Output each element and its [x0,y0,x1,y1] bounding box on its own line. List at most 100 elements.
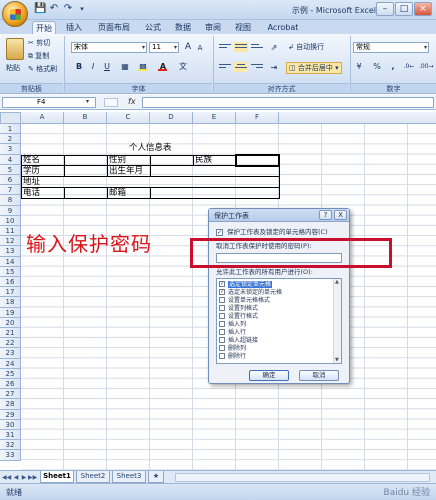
horizontal-scrollbar[interactable] [175,473,430,482]
permission-checkbox[interactable] [219,345,225,351]
decrease-decimal-icon[interactable]: .00→ [419,61,434,72]
phonetic-icon[interactable]: 文 [177,61,189,72]
row-header[interactable]: 15 [0,266,21,277]
scroll-down-icon[interactable]: ▼ [335,357,339,363]
row-header[interactable]: 28 [0,399,21,410]
last-sheet-icon[interactable]: ▶▶ [28,473,37,482]
permissions-list[interactable]: ✓ 选定锁定单元格 ✓ 选定未锁定的单元格 设置单元格格式 设置列格式 设置行格式 插入列 插入… [216,278,342,364]
chevron-down-icon[interactable]: ▾ [86,98,89,105]
row-header[interactable]: 8 [0,195,21,206]
font-name-select[interactable]: 宋体 ▾ [71,42,147,53]
currency-icon[interactable]: ¥ [353,61,365,72]
protect-contents-checkbox[interactable]: ✓ [216,229,223,236]
row-header[interactable]: 7 [0,185,21,196]
row-header[interactable]: 13 [0,246,21,257]
row-header[interactable]: 14 [0,256,21,267]
row-header[interactable]: 9 [0,205,21,216]
font-size-select[interactable]: 11 ▾ [149,42,179,53]
active-cell-F4[interactable] [235,154,280,167]
permission-checkbox[interactable] [219,297,225,303]
row-header[interactable]: 18 [0,297,21,308]
increase-decimal-icon[interactable]: .0← [403,61,415,72]
format-painter-button[interactable]: ✎ 格式刷 [28,64,57,74]
row-header[interactable]: 2 [0,134,21,145]
tab-insert[interactable]: 插入 [62,21,86,34]
comma-button[interactable]: , [387,61,399,72]
permission-item[interactable]: 设置列格式 [219,305,331,312]
permission-item[interactable]: ✓ 选定未锁定的单元格 [219,289,331,296]
row-header[interactable]: 31 [0,430,21,441]
permission-checkbox[interactable] [219,305,225,311]
tab-home[interactable]: 开始 [32,21,56,34]
permission-checkbox[interactable] [219,329,225,335]
row-header[interactable]: 3 [0,144,21,155]
undo-icon[interactable]: ↶ [48,3,60,15]
row-header[interactable]: 20 [0,317,21,328]
permission-checkbox[interactable]: ✓ [219,289,225,295]
borders-icon[interactable]: ▦ [119,61,131,72]
merge-center-button[interactable]: ◫ 合并后居中 ▾ [286,62,342,74]
fill-color-button[interactable]: ▩ [137,61,149,72]
tab-page-layout[interactable]: 页面布局 [94,21,134,34]
shrink-font-button[interactable]: A [194,43,206,54]
close-button[interactable]: × [414,2,432,16]
align-right-icon[interactable] [250,62,264,72]
column-header[interactable]: B [64,112,107,124]
row-header[interactable]: 4 [0,154,21,165]
row-header[interactable]: 16 [0,277,21,288]
ok-button[interactable]: 确定 [249,370,289,381]
tab-formulas[interactable]: 公式 [142,21,164,34]
row-header[interactable]: 1 [0,124,21,135]
office-button[interactable] [2,1,28,27]
row-header[interactable]: 30 [0,419,21,430]
paste-button[interactable]: 粘贴 [6,63,20,73]
column-header[interactable]: C [107,112,150,124]
tab-view[interactable]: 视图 [232,21,254,34]
name-box[interactable]: F4 [2,97,96,108]
paste-icon[interactable] [6,38,24,60]
row-header[interactable]: 17 [0,287,21,298]
row-header[interactable]: 26 [0,379,21,390]
qat-dropdown-icon[interactable]: ▾ [76,3,88,15]
italic-button[interactable]: I [87,61,99,72]
prev-sheet-icon[interactable]: ◀ [12,473,20,482]
bold-button[interactable]: B [73,61,85,72]
align-middle-icon[interactable] [234,42,248,52]
permissions-scrollbar[interactable]: ▲ ▼ [333,279,341,363]
sheet-tab-3[interactable]: Sheet3 [112,471,146,483]
save-icon[interactable]: 💾 [34,3,46,15]
font-color-button[interactable]: A [157,61,169,72]
row-header[interactable]: 32 [0,440,21,451]
indent-icon[interactable]: ⇥ [268,62,280,73]
align-left-icon[interactable] [218,62,232,72]
row-header[interactable]: 12 [0,236,21,247]
permission-checkbox[interactable] [219,313,225,319]
first-sheet-icon[interactable]: ◀◀ [2,473,11,482]
dialog-close-icon[interactable]: X [334,210,347,220]
permission-item[interactable]: ✓ 选定锁定单元格 [219,281,331,288]
row-header[interactable]: 23 [0,348,21,359]
row-header[interactable]: 11 [0,226,21,237]
column-header[interactable]: D [150,112,193,124]
copy-button[interactable]: ⧉ 复制 [28,51,49,61]
tab-data[interactable]: 数据 [172,21,194,34]
align-top-icon[interactable] [218,42,232,52]
insert-function-button[interactable]: fx [128,97,136,106]
cancel-button[interactable]: 取消 [299,370,339,381]
row-header[interactable]: 21 [0,328,21,339]
permission-item[interactable]: 插入列 [219,321,331,328]
insert-sheet-icon[interactable]: ★ [148,471,164,483]
row-header[interactable]: 19 [0,307,21,318]
permission-item[interactable]: 设置行格式 [219,313,331,320]
row-header[interactable]: 25 [0,368,21,379]
orientation-icon[interactable]: ⇗ [268,42,280,53]
column-header[interactable]: A [21,112,64,124]
cut-button[interactable]: ✂ 剪切 [28,38,50,48]
row-header[interactable]: 29 [0,409,21,420]
column-header[interactable]: E [193,112,236,124]
wrap-text-button[interactable]: ↲ 自动换行 [288,42,324,52]
percent-button[interactable]: % [371,61,383,72]
maximize-button[interactable]: □ [395,2,413,16]
grow-font-button[interactable]: A [182,42,194,53]
align-bottom-icon[interactable] [250,42,264,52]
